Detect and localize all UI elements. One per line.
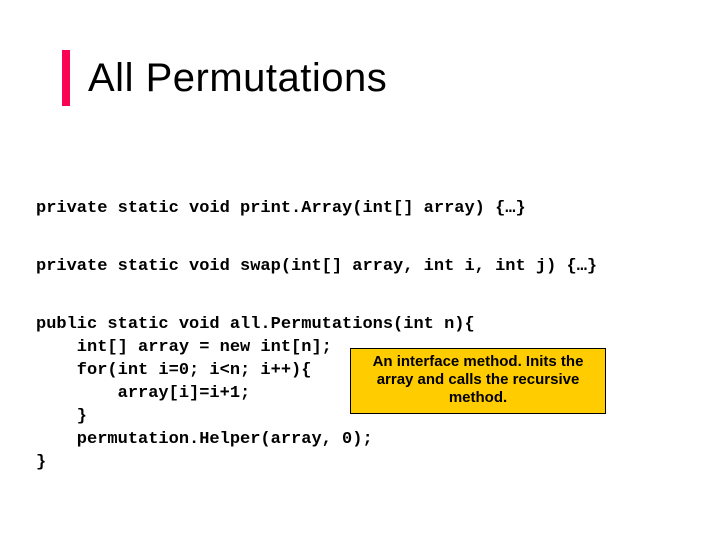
slide-title: All Permutations — [88, 56, 387, 101]
code-line-swap: private static void swap(int[] array, in… — [36, 256, 597, 279]
callout-box: An interface method. Inits the array and… — [350, 348, 606, 414]
accent-bar — [62, 50, 70, 106]
code-line-printarray: private static void print.Array(int[] ar… — [36, 198, 526, 221]
title-row: All Permutations — [62, 50, 387, 106]
